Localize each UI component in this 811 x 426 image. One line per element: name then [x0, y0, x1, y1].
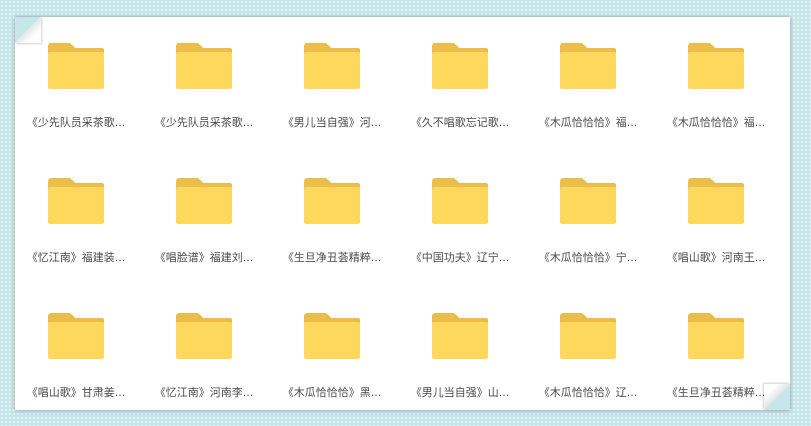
folder-icon[interactable] — [560, 313, 616, 359]
folder-label[interactable]: 《久不唱歌忘记歌... — [396, 116, 524, 130]
page-curl-top-left-fold — [15, 17, 41, 43]
folder-icon[interactable] — [48, 178, 104, 224]
folder-item[interactable]: 《少先队员采茶歌... — [140, 35, 268, 155]
folder-item[interactable]: 《久不唱歌忘记歌... — [396, 35, 524, 155]
folder-icon[interactable] — [688, 313, 744, 359]
folder-item[interactable]: 《唱脸谱》福建刘... — [140, 170, 268, 290]
folder-item[interactable]: 《少先队员采茶歌... — [15, 35, 140, 155]
folder-item[interactable]: 《男儿当自强》山... — [396, 305, 524, 410]
folder-grid: 《少先队员采茶歌... 《少先队员采茶歌... 《男儿当自强》河... 《久不唱歌忘记… — [15, 17, 790, 410]
folder-icon[interactable] — [176, 178, 232, 224]
folder-item[interactable]: 《木瓜恰恰恰》宁... — [524, 170, 652, 290]
page-curl-bottom-right-fold — [764, 384, 790, 410]
folder-icon[interactable] — [176, 43, 232, 89]
folder-icon[interactable] — [304, 178, 360, 224]
folder-label[interactable]: 《少先队员采茶歌... — [15, 116, 140, 130]
folder-item[interactable]: 《木瓜恰恰恰》福... — [652, 35, 780, 155]
folder-item[interactable]: 《唱山歌》河南王... — [652, 170, 780, 290]
folder-item[interactable]: 《木瓜恰恰恰》辽... — [524, 305, 652, 410]
folder-label[interactable]: 《木瓜恰恰恰》黑... — [268, 386, 396, 400]
folder-label[interactable]: 《忆江南》河南李... — [140, 386, 268, 400]
folder-icon[interactable] — [560, 178, 616, 224]
folder-item[interactable]: 《木瓜恰恰恰》黑... — [268, 305, 396, 410]
folder-label[interactable]: 《男儿当自强》山... — [396, 386, 524, 400]
folder-icon[interactable] — [304, 43, 360, 89]
folder-icon[interactable] — [432, 178, 488, 224]
folder-label[interactable]: 《木瓜恰恰恰》宁... — [524, 251, 652, 265]
folder-label[interactable]: 《中国功夫》辽宁... — [396, 251, 524, 265]
folder-item[interactable]: 《男儿当自强》河... — [268, 35, 396, 155]
folder-item[interactable]: 《生旦净丑荟精粹... — [268, 170, 396, 290]
folder-item[interactable]: 《生旦净丑荟精粹... — [652, 305, 780, 410]
folder-icon[interactable] — [48, 313, 104, 359]
folder-icon[interactable] — [304, 313, 360, 359]
folder-label[interactable]: 《少先队员采茶歌... — [140, 116, 268, 130]
file-browser-panel: 《少先队员采茶歌... 《少先队员采茶歌... 《男儿当自强》河... 《久不唱歌忘记… — [15, 17, 790, 410]
folder-icon[interactable] — [688, 178, 744, 224]
folder-label[interactable]: 《忆江南》福建装... — [15, 251, 140, 265]
folder-label[interactable]: 《木瓜恰恰恰》福... — [524, 116, 652, 130]
folder-item[interactable]: 《中国功夫》辽宁... — [396, 170, 524, 290]
folder-item[interactable]: 《忆江南》河南李... — [140, 305, 268, 410]
folder-label[interactable]: 《木瓜恰恰恰》福... — [652, 116, 780, 130]
folder-label[interactable]: 《生旦净丑荟精粹... — [268, 251, 396, 265]
folder-icon[interactable] — [560, 43, 616, 89]
folder-icon[interactable] — [432, 313, 488, 359]
folder-label[interactable]: 《生旦净丑荟精粹... — [652, 386, 780, 400]
folder-icon[interactable] — [688, 43, 744, 89]
folder-label[interactable]: 《唱山歌》河南王... — [652, 251, 780, 265]
folder-icon[interactable] — [432, 43, 488, 89]
folder-icon[interactable] — [176, 313, 232, 359]
folder-item[interactable]: 《木瓜恰恰恰》福... — [524, 35, 652, 155]
folder-item[interactable]: 《唱山歌》甘肃姜... — [15, 305, 140, 410]
folder-item[interactable]: 《忆江南》福建装... — [15, 170, 140, 290]
folder-icon[interactable] — [48, 43, 104, 89]
folder-label[interactable]: 《男儿当自强》河... — [268, 116, 396, 130]
folder-label[interactable]: 《唱脸谱》福建刘... — [140, 251, 268, 265]
folder-label[interactable]: 《木瓜恰恰恰》辽... — [524, 386, 652, 400]
folder-label[interactable]: 《唱山歌》甘肃姜... — [15, 386, 140, 400]
